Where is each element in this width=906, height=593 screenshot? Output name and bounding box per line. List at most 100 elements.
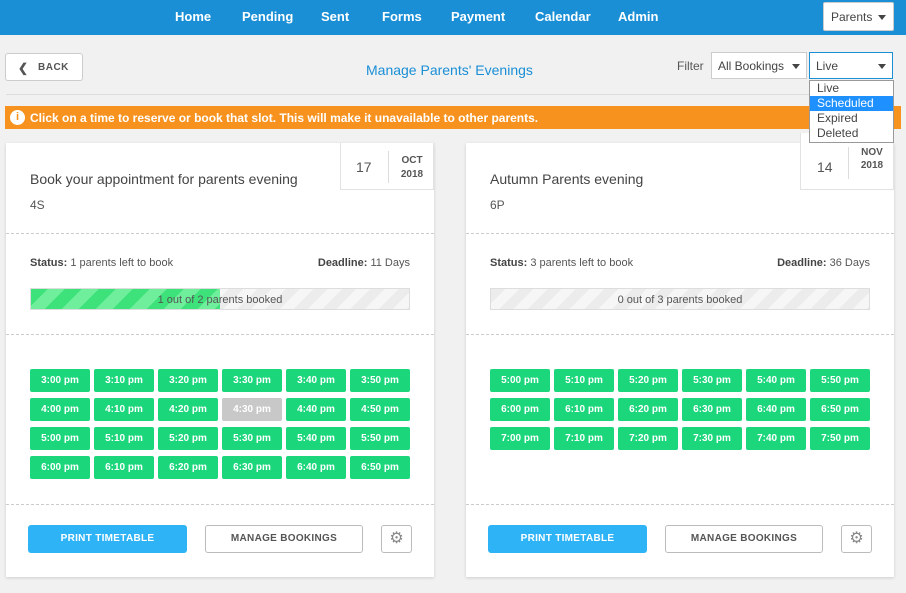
status-value: 1 parents left to book — [70, 257, 174, 269]
event-deadline: Deadline: 36 Days — [777, 257, 870, 269]
time-slot-button[interactable]: 3:40 pm — [286, 369, 346, 392]
status-filter-dropdown: Live Scheduled Expired Deleted — [809, 80, 894, 143]
nav-pending[interactable]: Pending — [242, 9, 293, 24]
back-button[interactable]: ❮ BACK — [5, 53, 83, 81]
nav-admin[interactable]: Admin — [618, 9, 658, 24]
time-slot-button[interactable]: 5:10 pm — [94, 427, 154, 450]
event-card: 14 NOV 2018 Autumn Parents evening 6P St… — [466, 133, 894, 577]
status-label: Status: — [30, 257, 68, 269]
header-divider — [6, 94, 894, 95]
time-slot-button[interactable]: 6:00 pm — [490, 398, 550, 421]
filter-label: Filter — [677, 59, 704, 73]
divider — [466, 233, 894, 234]
date-divider — [848, 147, 849, 179]
time-slot-button[interactable]: 5:40 pm — [746, 369, 806, 392]
chevron-down-icon — [878, 15, 886, 20]
time-slot-button[interactable]: 4:00 pm — [30, 398, 90, 421]
gear-icon: ⚙ — [849, 530, 864, 547]
time-slot-button[interactable]: 3:20 pm — [158, 369, 218, 392]
time-slot-button[interactable]: 6:30 pm — [222, 456, 282, 479]
divider — [6, 233, 434, 234]
status-value: 3 parents left to book — [530, 257, 634, 269]
time-slot-button[interactable]: 6:00 pm — [30, 456, 90, 479]
event-year: 2018 — [860, 160, 884, 171]
nav-forms[interactable]: Forms — [382, 9, 422, 24]
event-deadline: Deadline: 11 Days — [318, 257, 410, 269]
time-slot-button[interactable]: 6:50 pm — [810, 398, 870, 421]
time-slot-button[interactable]: 7:20 pm — [618, 427, 678, 450]
chevron-down-icon — [792, 64, 800, 69]
page-title: Manage Parents' Evenings — [366, 62, 533, 78]
chevron-down-icon — [878, 64, 886, 69]
event-title: Autumn Parents evening — [490, 171, 644, 187]
info-banner-text: Click on a time to reserve or book that … — [30, 111, 539, 125]
time-slot-button[interactable]: 7:30 pm — [682, 427, 742, 450]
nav-home[interactable]: Home — [175, 9, 211, 24]
event-status: Status: 1 parents left to book — [30, 257, 173, 269]
time-slot-button[interactable]: 5:20 pm — [618, 369, 678, 392]
progress-text: 1 out of 2 parents booked — [157, 294, 283, 306]
time-slot-button[interactable]: 3:10 pm — [94, 369, 154, 392]
time-slot-button[interactable]: 5:50 pm — [810, 369, 870, 392]
status-label: Status: — [490, 257, 528, 269]
time-slot-button[interactable]: 5:30 pm — [682, 369, 742, 392]
status-option-deleted[interactable]: Deleted — [810, 126, 893, 141]
status-option-live[interactable]: Live — [810, 81, 893, 96]
time-slot-button[interactable]: 7:40 pm — [746, 427, 806, 450]
nav-sent[interactable]: Sent — [321, 9, 349, 24]
gear-icon: ⚙ — [389, 530, 404, 547]
time-slot-button[interactable]: 6:10 pm — [94, 456, 154, 479]
time-slot-button[interactable]: 3:00 pm — [30, 369, 90, 392]
status-filter-value: Live — [816, 59, 839, 73]
print-timetable-button[interactable]: PRINT TIMETABLE — [488, 525, 647, 553]
status-filter-select[interactable]: Live — [809, 52, 893, 79]
time-slot-button[interactable]: 6:40 pm — [286, 456, 346, 479]
progress-text: 0 out of 3 parents booked — [617, 294, 743, 306]
deadline-value: 11 Days — [370, 257, 410, 269]
event-month: NOV — [861, 147, 883, 158]
deadline-label: Deadline: — [777, 257, 827, 269]
settings-button[interactable]: ⚙ — [381, 525, 412, 553]
time-slot-button[interactable]: 5:10 pm — [554, 369, 614, 392]
time-slot-button[interactable]: 6:40 pm — [746, 398, 806, 421]
divider — [6, 334, 434, 335]
nav-payment[interactable]: Payment — [451, 9, 505, 24]
chevron-left-icon: ❮ — [18, 61, 29, 75]
divider — [466, 334, 894, 335]
settings-button[interactable]: ⚙ — [841, 525, 872, 553]
divider — [466, 504, 894, 505]
status-option-scheduled[interactable]: Scheduled — [810, 96, 893, 111]
time-slot-button[interactable]: 7:00 pm — [490, 427, 550, 450]
time-slot-button[interactable]: 7:10 pm — [554, 427, 614, 450]
info-banner: i Click on a time to reserve or book tha… — [5, 106, 901, 129]
time-slot-button[interactable]: 5:20 pm — [158, 427, 218, 450]
role-select[interactable]: Parents — [823, 2, 894, 31]
time-slot-button[interactable]: 6:30 pm — [682, 398, 742, 421]
time-slot-button[interactable]: 3:50 pm — [350, 369, 410, 392]
print-timetable-button[interactable]: PRINT TIMETABLE — [28, 525, 187, 553]
event-class: 4S — [30, 198, 45, 212]
manage-bookings-button[interactable]: MANAGE BOOKINGS — [205, 525, 363, 553]
time-slot-button[interactable]: 6:10 pm — [554, 398, 614, 421]
bookings-filter-select[interactable]: All Bookings — [711, 52, 807, 79]
time-slot-button[interactable]: 5:00 pm — [490, 369, 550, 392]
time-slot-button[interactable]: 4:10 pm — [94, 398, 154, 421]
time-slot-button[interactable]: 6:50 pm — [350, 456, 410, 479]
time-slot-button[interactable]: 5:00 pm — [30, 427, 90, 450]
nav-calendar[interactable]: Calendar — [535, 9, 591, 24]
time-slot-button[interactable]: 4:40 pm — [286, 398, 346, 421]
top-nav: Home Pending Sent Forms Payment Calendar… — [0, 0, 906, 35]
time-slot-button[interactable]: 4:50 pm — [350, 398, 410, 421]
time-slot-button[interactable]: 5:30 pm — [222, 427, 282, 450]
time-slot-button[interactable]: 4:20 pm — [158, 398, 218, 421]
time-slot-button[interactable]: 5:50 pm — [350, 427, 410, 450]
time-slot-button[interactable]: 7:50 pm — [810, 427, 870, 450]
time-slot-button[interactable]: 6:20 pm — [158, 456, 218, 479]
event-card: 17 OCT 2018 Book your appointment for pa… — [6, 143, 434, 577]
time-slot-button[interactable]: 3:30 pm — [222, 369, 282, 392]
status-option-expired[interactable]: Expired — [810, 111, 893, 126]
time-slot-button[interactable]: 6:20 pm — [618, 398, 678, 421]
manage-bookings-button[interactable]: MANAGE BOOKINGS — [665, 525, 823, 553]
time-slot-button[interactable]: 5:40 pm — [286, 427, 346, 450]
event-status: Status: 3 parents left to book — [490, 257, 633, 269]
